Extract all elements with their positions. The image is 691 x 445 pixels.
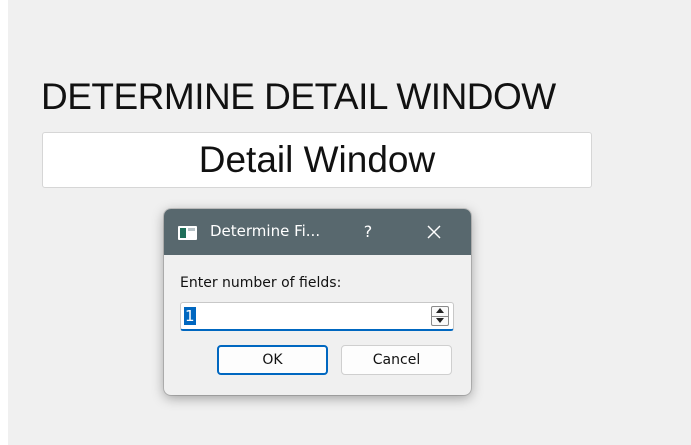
chevron-down-icon: [436, 318, 444, 323]
help-button[interactable]: ?: [354, 218, 382, 246]
spin-down-button[interactable]: [432, 316, 448, 325]
fields-prompt-label: Enter number of fields:: [180, 275, 342, 291]
window-app-icon: [178, 226, 197, 240]
close-button[interactable]: [419, 218, 449, 246]
close-icon: [427, 225, 441, 239]
ok-button[interactable]: OK: [217, 345, 328, 375]
determine-fields-dialog: Determine Fi... ? Enter number of fields…: [164, 209, 471, 395]
spinbox-value[interactable]: 1: [184, 307, 196, 325]
page-heading: DETERMINE DETAIL WINDOW: [41, 76, 556, 117]
cancel-button[interactable]: Cancel: [341, 345, 452, 375]
fields-count-spinbox[interactable]: 1: [180, 302, 454, 331]
dialog-title: Determine Fi...: [210, 222, 321, 240]
dialog-titlebar[interactable]: Determine Fi... ?: [164, 209, 471, 255]
chevron-up-icon: [436, 308, 444, 313]
spin-buttons: [431, 306, 449, 326]
detail-window-field[interactable]: Detail Window: [42, 132, 592, 188]
